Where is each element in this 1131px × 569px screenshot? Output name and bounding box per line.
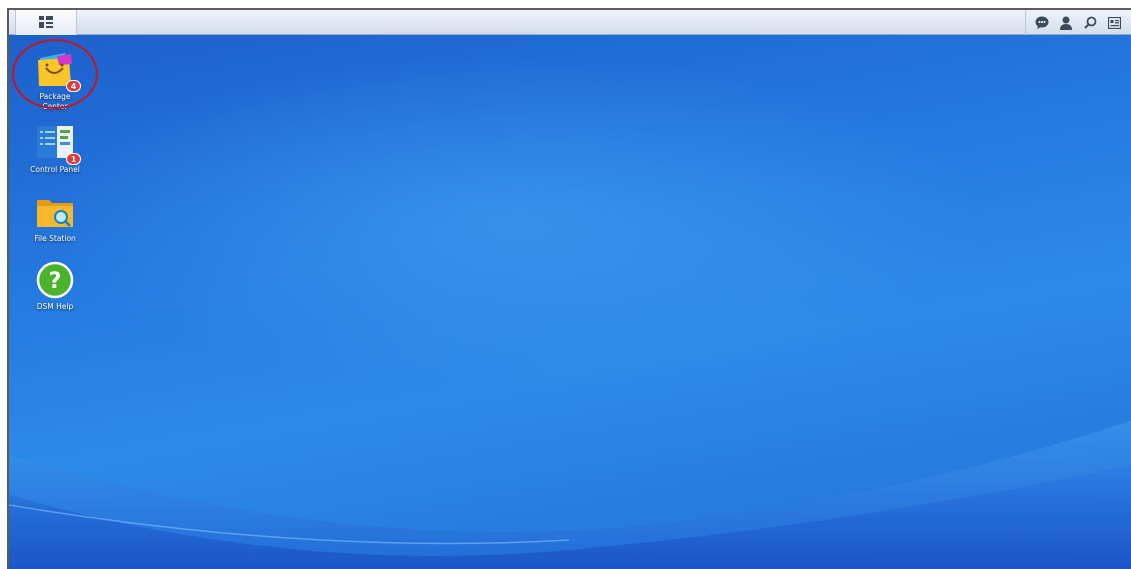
- widgets-icon[interactable]: [1106, 14, 1124, 32]
- update-badge: 1: [66, 153, 81, 165]
- package-center-icon: 4: [35, 50, 81, 92]
- desktop-wave-background: [9, 420, 1131, 569]
- folder-search-icon: [35, 192, 75, 232]
- desktop-item-control-panel[interactable]: 1 Control Panel: [18, 123, 92, 175]
- search-icon[interactable]: [1082, 14, 1100, 32]
- main-menu-button[interactable]: [15, 10, 77, 35]
- desktop-item-package-center[interactable]: 4 Package Center: [18, 50, 92, 112]
- svg-text:?: ?: [49, 269, 62, 294]
- taskbar: [9, 10, 1131, 35]
- desktop-item-label: File Station: [34, 234, 76, 243]
- help-icon: ?: [35, 260, 75, 300]
- desktop-item-file-station[interactable]: File Station: [18, 192, 92, 244]
- control-panel-icon: 1: [35, 123, 81, 165]
- system-tray: [1025, 10, 1131, 35]
- desktop-item-dsm-help[interactable]: ? DSM Help: [18, 260, 92, 312]
- user-icon[interactable]: [1057, 14, 1075, 32]
- desktop-item-label: Package Center: [39, 92, 71, 111]
- dsm-window: 4 Package Center 1 Control Panel File St…: [7, 8, 1131, 569]
- grid-icon: [39, 13, 53, 32]
- update-badge: 4: [66, 80, 81, 92]
- notifications-chat-icon[interactable]: [1033, 14, 1051, 32]
- desktop-item-label: DSM Help: [36, 302, 74, 311]
- desktop-item-label: Control Panel: [30, 165, 80, 174]
- desktop: 4 Package Center 1 Control Panel File St…: [9, 35, 1131, 569]
